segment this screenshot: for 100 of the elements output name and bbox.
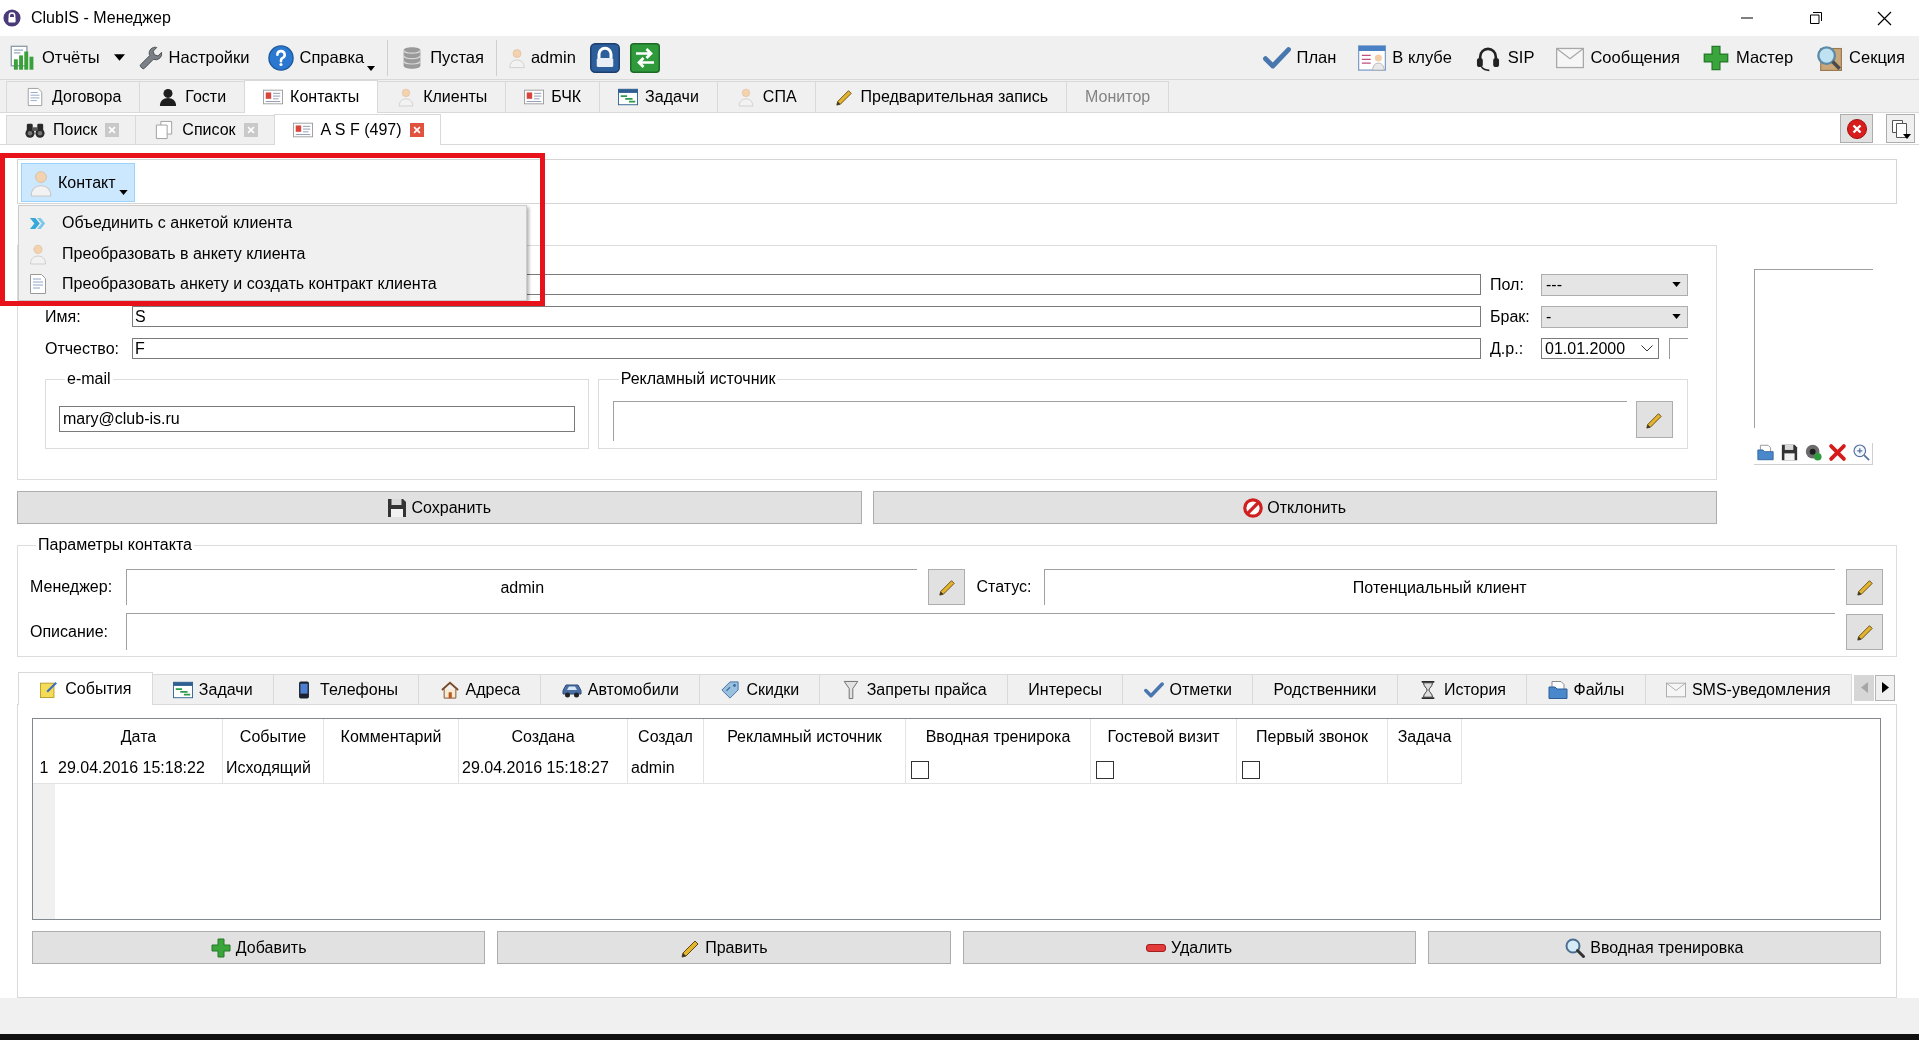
ad-source-field[interactable] [612, 401, 1627, 441]
plus-icon [1702, 44, 1730, 71]
house-icon [439, 680, 460, 699]
column-header: Комментарий [324, 719, 459, 753]
menu-item[interactable]: Объединить с анкетой клиента [19, 208, 526, 239]
column-header: Дата [55, 719, 223, 753]
checkbox[interactable] [1096, 760, 1114, 779]
edit-button[interactable] [928, 569, 966, 605]
column-header: Задача [1388, 719, 1462, 753]
toolbar-button[interactable]: Секция [1811, 38, 1909, 77]
toolbar-button[interactable]: План [1258, 38, 1341, 77]
tab[interactable]: История [1396, 674, 1528, 704]
gantt-chart-icon [618, 88, 639, 106]
toolbar-button[interactable]: Справка [263, 38, 380, 77]
person-icon [508, 47, 525, 68]
tab[interactable]: Запреты прайса [819, 674, 1009, 704]
chevron-down-icon [1641, 345, 1654, 352]
text-field[interactable]: admin [126, 569, 918, 605]
tab[interactable]: Родственники [1252, 674, 1398, 704]
action-button[interactable]: Добавить [32, 931, 486, 964]
field-label: Пол: [1490, 275, 1525, 294]
toolbar-button[interactable]: SIP [1469, 38, 1539, 77]
document-tab[interactable]: Поиск [6, 115, 137, 144]
contact-menu-button[interactable]: Контакт [21, 163, 135, 202]
module-tab[interactable]: Договора [6, 81, 141, 112]
tab[interactable]: События [18, 672, 153, 705]
caret-down-icon [367, 65, 376, 71]
cross-icon[interactable] [1829, 444, 1846, 461]
checkbox[interactable] [911, 760, 929, 779]
plus-icon [210, 937, 231, 958]
caret-down-icon [1672, 282, 1681, 287]
folder-icon[interactable] [1757, 444, 1774, 461]
person-icon [29, 243, 47, 264]
table-cell: 29.04.2016 15:18:22 [55, 753, 223, 784]
toolbar-button[interactable]: Пустая [396, 38, 488, 77]
text-field[interactable]: S [132, 306, 1481, 327]
scroll-button[interactable] [1875, 674, 1895, 701]
caret-down-icon[interactable] [113, 54, 125, 61]
text-field[interactable]: Потенциальный клиент [1043, 569, 1835, 605]
bar-chart-icon [10, 44, 36, 71]
module-tab[interactable]: Контакты [244, 80, 379, 113]
tab[interactable]: SMS-уведомления [1644, 674, 1852, 704]
date-field[interactable]: 01.01.2000 [1541, 338, 1660, 359]
prohibited-icon [1243, 497, 1264, 518]
field-label: Менеджер: [30, 578, 114, 596]
tab[interactable]: Задачи [151, 674, 274, 704]
checkmark-icon [1262, 44, 1291, 71]
tab[interactable]: Телефоны [272, 674, 420, 704]
toolbar-button[interactable]: Мастер [1698, 38, 1798, 77]
action-button[interactable]: Вводная тренировка [1427, 931, 1881, 964]
windows-menu-button[interactable] [1886, 114, 1915, 143]
decline-button[interactable]: Отклонить [872, 491, 1717, 524]
column-header: Событие [223, 719, 324, 753]
edit-button[interactable] [1635, 401, 1673, 438]
lock-icon[interactable] [589, 42, 620, 73]
dropdown-field[interactable]: - [1541, 305, 1688, 328]
action-button[interactable]: Править [497, 931, 951, 964]
zoom-in-icon[interactable] [1853, 444, 1870, 461]
field-label: Д.р.: [1490, 339, 1525, 358]
action-button[interactable]: Удалить [962, 931, 1416, 964]
save-button[interactable]: Сохранить [17, 491, 862, 524]
menu-item[interactable]: Преобразовать в анкету клиента [19, 238, 526, 269]
pages-icon [154, 121, 175, 139]
column-header: Создал [628, 719, 704, 753]
toolbar-button[interactable]: Сообщения [1552, 38, 1684, 77]
pencil-icon [1855, 578, 1874, 596]
webcam-icon[interactable] [1805, 444, 1822, 461]
email-field[interactable]: mary@club-is.ru [59, 406, 575, 432]
tab[interactable]: Адреса [418, 674, 542, 704]
text-field[interactable] [126, 613, 1835, 650]
checkmark-icon [1143, 680, 1164, 699]
close-icon[interactable] [409, 123, 424, 137]
window-title: ClubIS - Менеджер [31, 9, 171, 27]
column-header: Вводная тренирока [906, 719, 1091, 753]
toolbar-button[interactable]: Настройки [134, 38, 254, 77]
triangle-left-icon [1860, 682, 1868, 693]
tab[interactable]: Файлы [1526, 674, 1646, 704]
toolbar-button[interactable]: Отчёты [6, 38, 104, 77]
group-title: e-mail [66, 370, 112, 388]
document-tab[interactable]: Список [135, 115, 275, 144]
group-title: Рекламный источник [619, 370, 777, 388]
field-label: Статус: [976, 578, 1033, 596]
input-field[interactable] [1669, 338, 1688, 359]
tab[interactable]: Автомобили [540, 674, 701, 704]
close-button[interactable] [1840, 114, 1873, 143]
edit-button[interactable] [1846, 569, 1883, 605]
menu-item[interactable]: Преобразовать анкету и создать контракт клиента [19, 269, 526, 300]
document-icon [25, 88, 45, 106]
text-field[interactable]: F [132, 338, 1481, 359]
field-label: Брак: [1490, 307, 1531, 326]
tab[interactable]: Скидки [699, 674, 821, 704]
arrows-icon[interactable] [629, 42, 660, 73]
tab[interactable]: Интересы [1007, 674, 1124, 704]
dropdown-field[interactable]: --- [1541, 273, 1688, 296]
tab[interactable]: Отметки [1122, 674, 1254, 704]
document-tab[interactable]: A S F (497) [273, 114, 441, 145]
checkbox[interactable] [1242, 760, 1260, 779]
id-card-icon [292, 121, 313, 139]
toolbar-button[interactable]: В клубе [1354, 38, 1456, 77]
edit-button[interactable] [1846, 613, 1883, 650]
